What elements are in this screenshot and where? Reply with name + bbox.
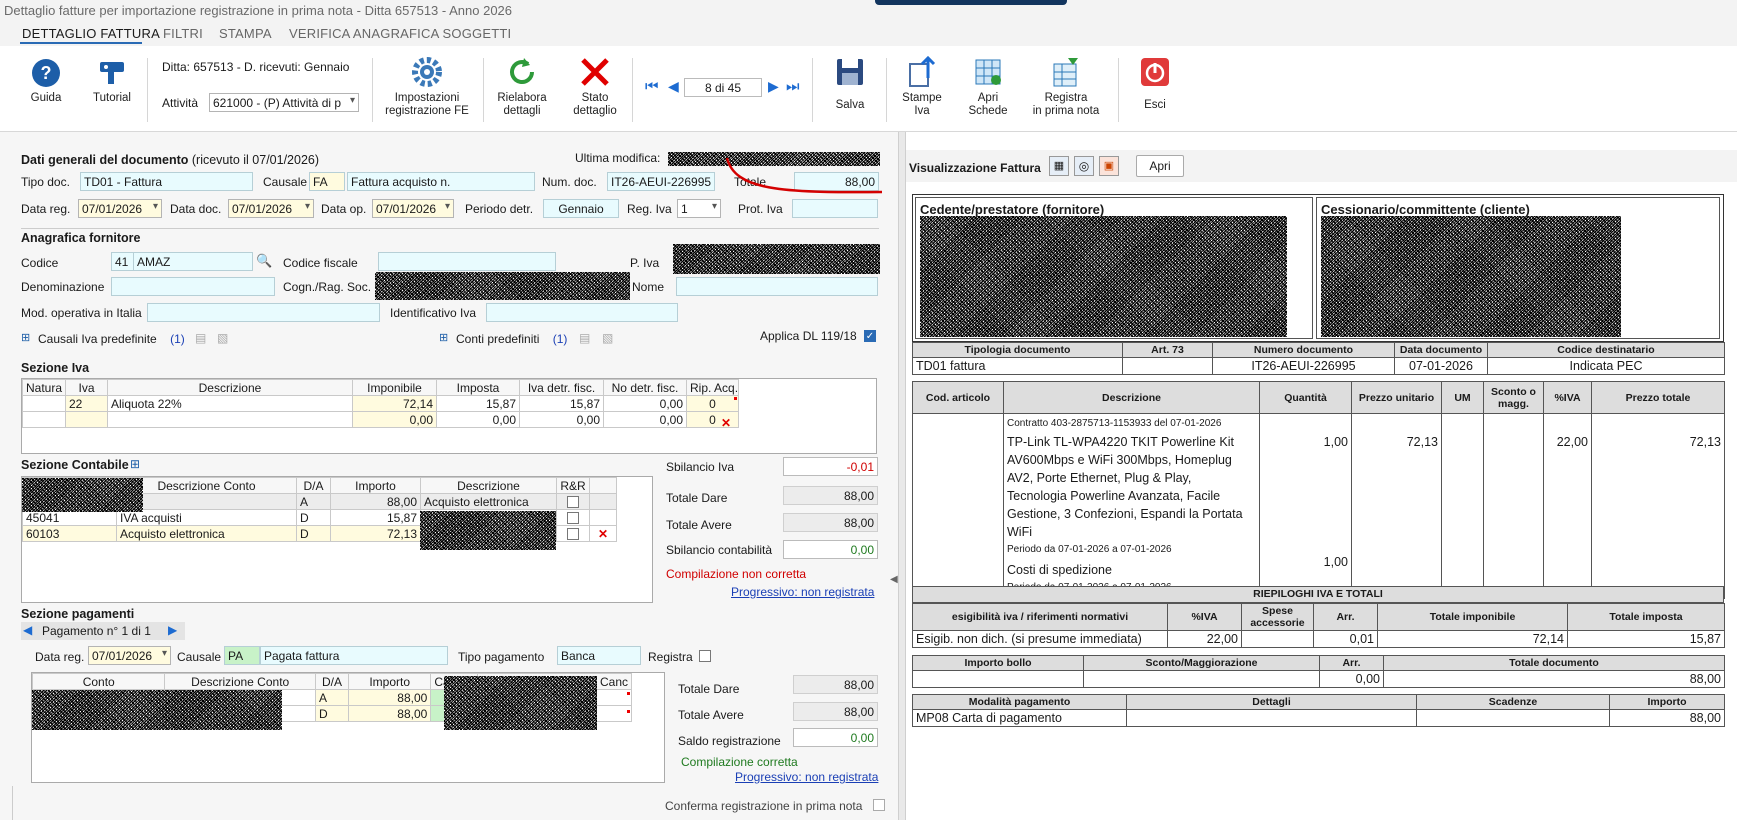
invoice-pane: Visualizzazione Fattura ▦ ◎ ▣ Apri Ceden… [906,150,1737,820]
redacted-cessionario [1321,216,1621,337]
redacted-cedente [920,216,1287,337]
totali-table: Importo bollo Sconto/Maggiorazione Arr. Tot… [912,655,1725,688]
invoice-toolbar-title: Visualizzazione Fattura [909,161,1041,175]
riepilogo-title: RIEPILOGHI IVA E TOTALI [912,586,1724,603]
riepilogo-table: esigibilità iva / riferimenti normativi%… [912,603,1725,648]
style-view-icon[interactable]: ◎ [1074,156,1094,176]
invoice-toolbar: Visualizzazione Fattura ▦ ◎ ▣ Apri [906,150,1737,182]
items-table: Cod. articolo Descrizione Quantità Prezzo u… [912,381,1725,599]
pagamento-table: Modalità pagamento Dettagli Scadenze Import… [912,694,1725,727]
cedente-heading: Cedente/prestatore (fornitore) [920,202,1105,217]
doc-info-table: Tipologia documento Art. 73 Numero documen… [912,342,1725,375]
red-annotation [725,157,883,194]
apri-button[interactable]: Apri [1136,155,1184,177]
cessionario-heading: Cessionario/committente (cliente) [1321,202,1530,217]
xml-view-icon[interactable]: ▦ [1049,156,1069,176]
table-row: Contratto 403-2875713-1153933 del 07-01-… [912,413,1725,599]
pdf-icon[interactable]: ▣ [1099,156,1119,176]
